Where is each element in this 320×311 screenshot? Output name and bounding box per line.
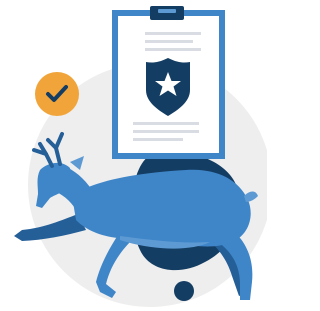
- check-badge-icon: [35, 72, 79, 116]
- clipboard-icon: [112, 6, 225, 159]
- adoption-illustration: [0, 0, 267, 311]
